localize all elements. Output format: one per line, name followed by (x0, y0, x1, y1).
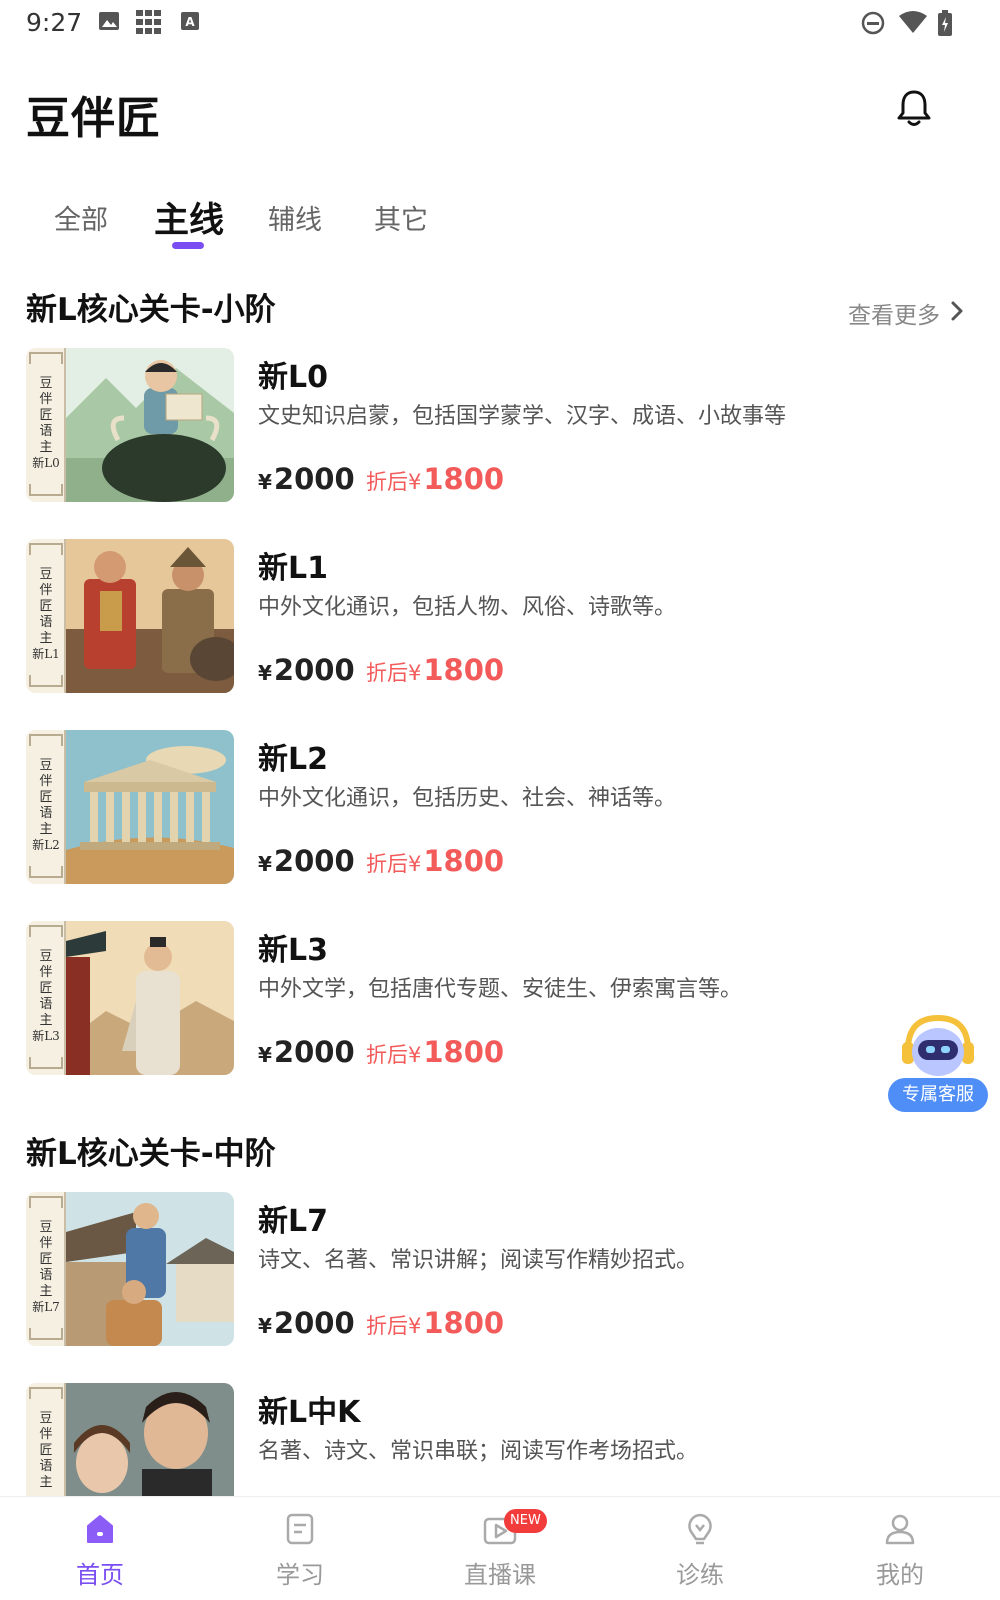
course-description: 中外文化通识，包括人物、风俗、诗歌等。 (258, 595, 677, 620)
battery-icon (938, 10, 952, 36)
profile-icon (885, 1514, 915, 1545)
thumbnail-spine: 豆伴匠语主 新L0 (26, 348, 66, 502)
discount-price: 折后¥1800 (366, 462, 505, 496)
tab-other[interactable]: 其它 (374, 198, 428, 237)
course-description: 名著、诗文、常识串联；阅读写作考场招式。 (258, 1439, 699, 1464)
nav-profile[interactable]: 我的 (800, 1497, 1000, 1600)
original-price: ¥2000 (258, 653, 355, 687)
grid-icon (136, 10, 161, 34)
tab-all[interactable]: 全部 (54, 198, 108, 237)
nav-label: 直播课 (464, 1561, 536, 1589)
course-description: 中外文学，包括唐代专题、安徒生、伊索寓言等。 (258, 977, 743, 1002)
thumbnail-series: 豆伴匠语主 (39, 1411, 53, 1490)
thumbnail-series: 豆伴匠语主 (39, 567, 53, 646)
thumbnail-series: 豆伴匠语主 (39, 1220, 53, 1299)
course-description: 中外文化通识，包括历史、社会、神话等。 (258, 786, 677, 811)
discount-price: 折后¥1800 (366, 1035, 505, 1069)
course-thumbnail: 豆伴匠语主 新L3 (26, 921, 234, 1075)
nav-diagnose[interactable]: 诊练 (600, 1497, 800, 1600)
status-time: 9:27 (26, 8, 83, 37)
course-name: 新L0 (258, 360, 328, 395)
illustration-warriors (66, 539, 234, 693)
app-title: 豆伴匠 (26, 93, 161, 144)
thumbnail-spine: 豆伴匠语主 新L3 (26, 921, 66, 1075)
thumbnail-level: 新L2 (32, 838, 60, 852)
course-card[interactable]: 豆伴匠语主 新L1 新L1 中外文化通识，包括人物、风俗、诗歌等。 ¥2000 … (26, 539, 986, 699)
tab-auxiliary[interactable]: 辅线 (268, 198, 322, 237)
section-title: 新L核心关卡-中阶 (26, 1136, 276, 1172)
text-icon: A (181, 12, 199, 30)
tab-mainline[interactable]: 主线 (154, 192, 224, 243)
original-price: ¥2000 (258, 1035, 355, 1069)
thumbnail-spine: 豆伴匠语主 新L7 (26, 1192, 66, 1346)
thumbnail-series: 豆伴匠语主 (39, 949, 53, 1028)
original-price: ¥2000 (258, 844, 355, 878)
robot-headset-icon (902, 1014, 974, 1076)
nav-label: 学习 (276, 1561, 324, 1589)
course-thumbnail: 豆伴匠语主 新L0 (26, 348, 234, 502)
thumbnail-level: 新L3 (32, 1029, 60, 1043)
course-card[interactable]: 豆伴匠语主 新L0 新L0 文史知识启蒙，包括国学蒙学、汉字、成语、小故事等 ¥… (26, 348, 986, 508)
wifi-icon (899, 11, 927, 33)
study-icon (286, 1513, 314, 1545)
customer-service-label: 专属客服 (888, 1078, 988, 1112)
course-thumbnail: 豆伴匠语主 新L7 (26, 1192, 234, 1346)
bottom-nav: 首页 学习 NEW 直播课 诊练 我的 (0, 1496, 1000, 1600)
nav-home[interactable]: 首页 (0, 1497, 200, 1600)
thumbnail-spine: 豆伴匠语主 (26, 1383, 66, 1496)
illustration-boy-ox (66, 348, 234, 502)
nav-study[interactable]: 学习 (200, 1497, 400, 1600)
course-description: 文史知识启蒙，包括国学蒙学、汉字、成语、小故事等 (258, 404, 787, 429)
course-card[interactable]: 豆伴匠语主 新L7 新L7 诗文、名著、常识讲解；阅读写作精妙招式。 ¥2000… (26, 1192, 986, 1352)
discount-price: 折后¥1800 (366, 653, 505, 687)
thumbnail-spine: 豆伴匠语主 新L2 (26, 730, 66, 884)
illustration-scholar (66, 921, 234, 1075)
thumbnail-level: 新L0 (32, 456, 60, 470)
nav-label: 首页 (76, 1561, 124, 1589)
course-name: 新L2 (258, 742, 328, 777)
discount-price: 折后¥1800 (366, 1306, 505, 1340)
active-tab-indicator (172, 242, 204, 249)
course-name: 新L中K (258, 1395, 361, 1430)
home-icon (87, 1515, 113, 1543)
thumbnail-series: 豆伴匠语主 (39, 376, 53, 455)
course-thumbnail: 豆伴匠语主 新L2 (26, 730, 234, 884)
diagnose-icon (688, 1513, 712, 1545)
course-card[interactable]: 豆伴匠语主 新L2 新L2 中外文化通识，包括历史、社会、神话等。 ¥2000 … (26, 730, 986, 890)
original-price: ¥2000 (258, 462, 355, 496)
gallery-icon (99, 12, 119, 30)
section-title: 新L核心关卡-小阶 (26, 292, 276, 328)
new-badge: NEW (504, 1509, 547, 1533)
course-card[interactable]: 豆伴匠语主 新L中K 名著、诗文、常识串联；阅读写作考场招式。 (26, 1383, 986, 1496)
dnd-icon (861, 11, 885, 35)
illustration-portrait (66, 1383, 234, 1496)
bell-icon[interactable] (894, 88, 934, 128)
course-name: 新L3 (258, 933, 328, 968)
illustration-temple (66, 730, 234, 884)
nav-live[interactable]: NEW 直播课 (400, 1497, 600, 1600)
course-card[interactable]: 豆伴匠语主 新L3 新L3 中外文学，包括唐代专题、安徒生、伊索寓言等。 ¥20… (26, 921, 986, 1081)
category-tabs: 全部 主线 辅线 其它 (0, 186, 1000, 256)
status-bar: 9:27 A (0, 0, 1000, 48)
course-thumbnail: 豆伴匠语主 新L1 (26, 539, 234, 693)
thumbnail-level: 新L1 (32, 647, 60, 661)
discount-price: 折后¥1800 (366, 844, 505, 878)
thumbnail-spine: 豆伴匠语主 新L1 (26, 539, 66, 693)
see-more-link[interactable]: 查看更多 (848, 296, 940, 330)
thumbnail-series: 豆伴匠语主 (39, 758, 53, 837)
thumbnail-level: 新L7 (32, 1300, 60, 1314)
nav-label: 我的 (876, 1561, 924, 1589)
customer-service-button[interactable]: 专属客服 (888, 1012, 990, 1118)
svg-text:A: A (185, 15, 195, 29)
original-price: ¥2000 (258, 1306, 355, 1340)
course-name: 新L7 (258, 1204, 328, 1239)
nav-label: 诊练 (676, 1561, 724, 1589)
course-description: 诗文、名著、常识讲解；阅读写作精妙招式。 (258, 1248, 699, 1273)
chevron-right-icon[interactable] (950, 300, 964, 322)
illustration-village (66, 1192, 234, 1346)
course-thumbnail: 豆伴匠语主 (26, 1383, 234, 1496)
course-name: 新L1 (258, 551, 328, 586)
